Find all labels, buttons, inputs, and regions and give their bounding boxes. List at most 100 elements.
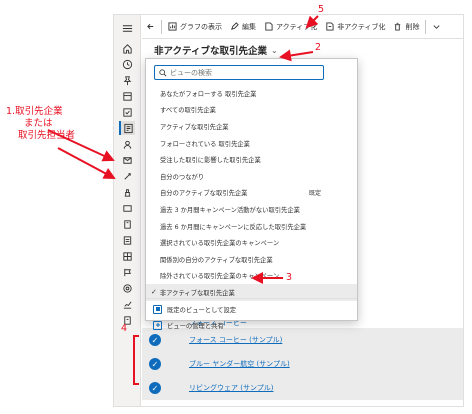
default-view-tag: 既定 xyxy=(309,190,322,198)
view-search-box[interactable] xyxy=(154,65,324,80)
view-item[interactable]: あなたがフォローする 取引先企業 xyxy=(146,85,357,102)
table-row[interactable]: ✓ ブルー ヤンダー航空 (サンプル) xyxy=(142,352,463,376)
activate-icon xyxy=(265,22,273,31)
dropdown-divider xyxy=(146,298,357,299)
set-default-label: 既定のビューとして設定 xyxy=(167,306,237,314)
competitors-icon[interactable] xyxy=(119,185,135,199)
annotation-label-1-line1: 1.取引先企業 xyxy=(6,106,63,117)
site-map-rail xyxy=(114,15,141,406)
pinned-icon[interactable] xyxy=(119,73,135,87)
activate-button[interactable]: アクティブ化 xyxy=(260,15,321,39)
dashboard-icon[interactable] xyxy=(119,89,135,103)
row-account-link[interactable]: フォース コーヒー (サンプル) xyxy=(189,335,282,345)
view-item-label: 受注した取引に影響した取引先企業 xyxy=(160,157,261,165)
view-item-label: 過去 6 か月間にキャンペーンに反応した取引先企業 xyxy=(160,223,307,231)
trash-icon xyxy=(395,22,401,31)
opportunities-icon[interactable] xyxy=(119,169,135,183)
command-bar: グラフの表示 編集 アクティブ化 非アクティブ化 削除 xyxy=(142,15,463,39)
accounts-icon[interactable] xyxy=(119,121,135,135)
screenshot-stage: グラフの表示 編集 アクティブ化 非アクティブ化 削除 非アクティブな取引先企業… xyxy=(0,0,472,414)
annotation-arrow-1b xyxy=(57,147,116,179)
deactivate-button[interactable]: 非アクティブ化 xyxy=(321,15,389,39)
view-item[interactable]: 関係別の自分のアクティブな取引先企業 xyxy=(146,251,357,268)
view-selector-dropdown: あなたがフォローする 取引先企業 すべての取引先企業 アクティブな取引先企業 フ… xyxy=(145,58,358,330)
view-selector[interactable]: 非アクティブな取引先企業 ⌄ xyxy=(154,43,278,58)
view-item-label: 選択されている取引先企業のキャンペーン xyxy=(160,240,280,248)
row-account-link[interactable]: ブルー ヤンダー航空 (サンプル) xyxy=(189,359,290,369)
view-search-input[interactable] xyxy=(170,68,310,77)
deactivate-label: 非アクティブ化 xyxy=(337,22,386,31)
view-item[interactable]: 選択されている取引先企業のキャンペーン xyxy=(146,234,357,251)
view-item[interactable]: すべての取引先企業 xyxy=(146,102,357,119)
delete-more-button[interactable] xyxy=(428,15,445,39)
sales-literature-icon[interactable] xyxy=(119,265,135,279)
row-selected-check-icon[interactable]: ✓ xyxy=(149,334,161,346)
goals-icon[interactable] xyxy=(119,281,135,295)
set-default-view-button[interactable]: 既定のビューとして設定 xyxy=(146,302,357,316)
manage-share-label: ビューの管理と共有 xyxy=(167,322,224,330)
manage-views-icon xyxy=(153,320,162,330)
annotation-label-1: 1.取引先企業 または 取引先担当者 xyxy=(6,106,75,142)
show-chart-button[interactable]: グラフの表示 xyxy=(164,15,226,39)
selected-check-icon: ✓ xyxy=(151,288,157,297)
view-item-default[interactable]: 自分のアクティブな取引先企業 既定 xyxy=(146,185,357,202)
command-separator xyxy=(425,19,427,34)
annotation-number-3: 3 xyxy=(286,272,293,283)
view-item-label: 関係別の自分のアクティブな取引先企業 xyxy=(160,256,273,264)
view-item-label: アクティブな取引先企業 xyxy=(160,123,229,131)
deactivate-icon xyxy=(326,22,334,31)
activities-icon[interactable] xyxy=(119,105,135,119)
table-row[interactable]: ✓ リビングウェア (サンプル) xyxy=(142,376,463,400)
row-selected-check-icon[interactable]: ✓ xyxy=(149,358,161,370)
annotation-number-5: 5 xyxy=(318,4,325,15)
set-default-icon xyxy=(153,304,162,314)
chevron-down-icon xyxy=(433,25,440,29)
leads-icon[interactable] xyxy=(119,153,135,167)
annotation-label-1-line2: または xyxy=(24,118,53,129)
view-list: あなたがフォローする 取引先企業 すべての取引先企業 アクティブな取引先企業 フ… xyxy=(146,85,357,301)
delete-button[interactable]: 削除 xyxy=(389,15,423,39)
view-item[interactable]: アクティブな取引先企業 xyxy=(146,118,357,135)
row-account-link[interactable]: リビングウェア (サンプル) xyxy=(189,383,273,393)
products-icon[interactable] xyxy=(119,249,135,263)
manage-share-views-button[interactable]: ビューの管理と共有 xyxy=(146,318,357,332)
annotation-number-2: 2 xyxy=(315,42,322,53)
quotes-icon[interactable] xyxy=(119,201,135,215)
view-item[interactable]: 過去 3 か月間キャンペーン活動がない取引先企業 xyxy=(146,201,357,218)
hamburger-menu-icon[interactable] xyxy=(119,21,135,35)
view-item[interactable]: 自分のつながり xyxy=(146,168,357,185)
dynamics-app-window: グラフの表示 編集 アクティブ化 非アクティブ化 削除 非アクティブな取引先企業… xyxy=(113,14,464,407)
view-item-label: 除外されている取引先企業のキャンペーン xyxy=(160,273,280,281)
view-item-label: 自分のつながり xyxy=(160,173,205,181)
command-separator xyxy=(161,19,162,34)
view-item-label: あなたがフォローする 取引先企業 xyxy=(160,90,257,98)
view-selector-chevron-icon: ⌄ xyxy=(270,45,278,55)
home-icon[interactable] xyxy=(119,41,135,55)
view-item-label: フォローされている 取引先企業 xyxy=(160,140,250,148)
back-button[interactable] xyxy=(142,15,159,39)
recent-icon[interactable] xyxy=(119,57,135,71)
view-item[interactable]: 過去 6 か月間にキャンペーンに反応した取引先企業 xyxy=(146,218,357,235)
back-arrow-icon xyxy=(147,23,154,30)
edit-pencil-icon xyxy=(231,22,239,30)
view-item-label: 自分のアクティブな取引先企業 xyxy=(160,190,248,198)
forecast-icon[interactable] xyxy=(119,297,135,311)
view-item[interactable]: 受注した取引に影響した取引先企業 xyxy=(146,151,357,168)
view-item-label: 非アクティブな取引先企業 xyxy=(159,289,235,297)
view-item-label: 過去 3 か月間キャンペーン活動がない取引先企業 xyxy=(160,206,300,214)
activate-label: アクティブ化 xyxy=(276,22,318,31)
view-item[interactable]: フォローされている 取引先企業 xyxy=(146,135,357,152)
orders-icon[interactable] xyxy=(119,217,135,231)
invoices-icon[interactable] xyxy=(119,233,135,247)
row-selected-check-icon[interactable]: ✓ xyxy=(149,382,161,394)
delete-label: 削除 xyxy=(405,22,420,31)
show-chart-label: グラフの表示 xyxy=(180,22,222,31)
chart-icon xyxy=(168,22,177,31)
contacts-icon[interactable] xyxy=(119,137,135,151)
view-item[interactable]: 除外されている取引先企業のキャンペーン xyxy=(146,268,357,285)
view-selector-title: 非アクティブな取引先企業 xyxy=(154,46,267,57)
annotation-label-1-line3: 取引先担当者 xyxy=(18,130,76,141)
annotation-number-4: 4 xyxy=(121,323,128,334)
view-item-label: すべての取引先企業 xyxy=(160,107,216,115)
edit-button[interactable]: 編集 xyxy=(226,15,260,39)
